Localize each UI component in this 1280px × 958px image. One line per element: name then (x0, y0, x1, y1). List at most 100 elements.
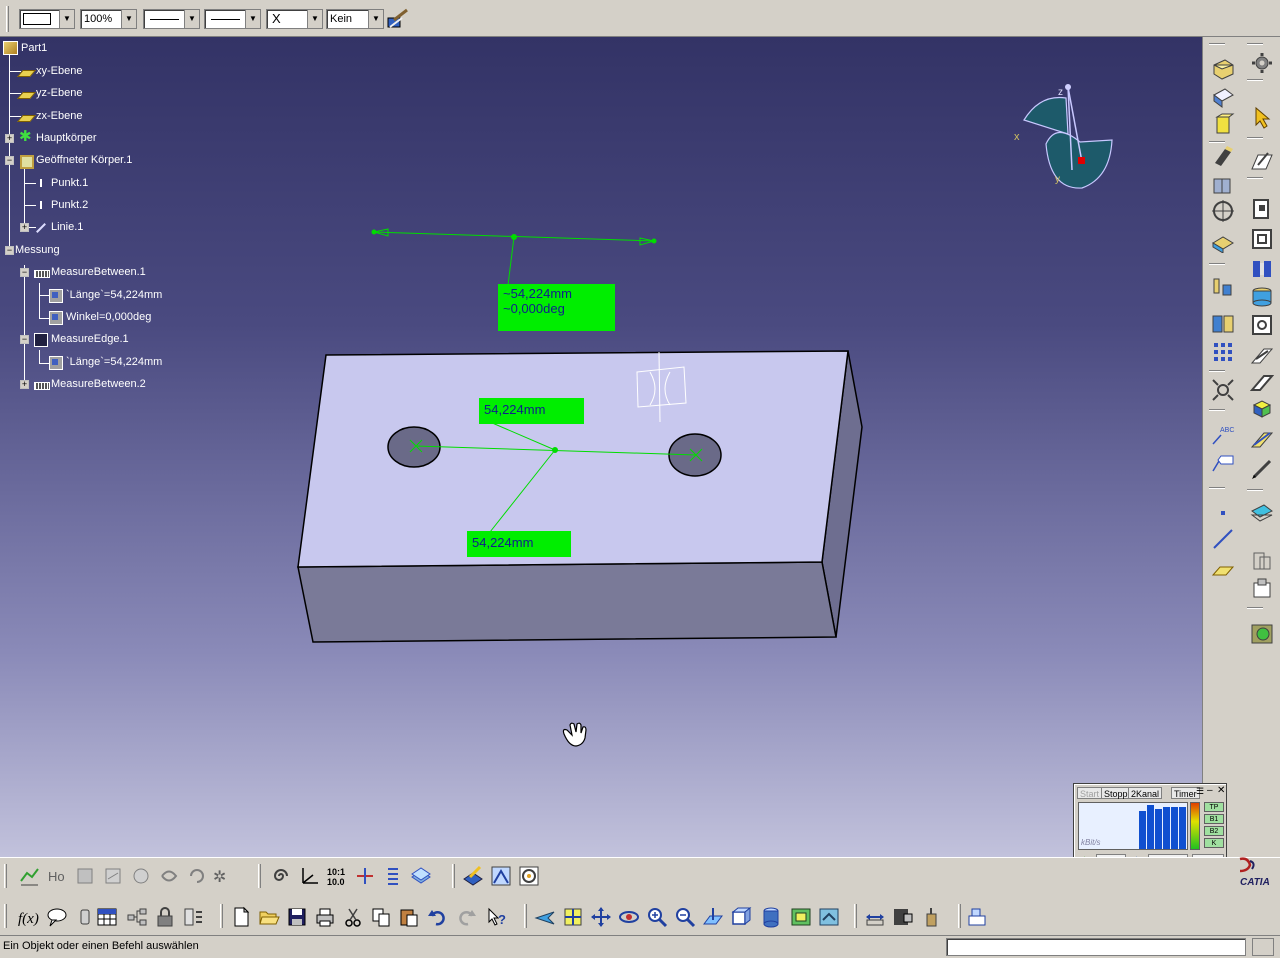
spiral-icon[interactable] (270, 865, 292, 887)
chevron-down-icon[interactable]: ▼ (307, 10, 322, 28)
hide-show-icon[interactable] (790, 906, 812, 928)
line-thickness-combo[interactable]: ▼ (143, 9, 200, 29)
surface-icon[interactable] (1250, 501, 1274, 525)
measure-between-icon[interactable] (864, 906, 886, 928)
thickness-icon[interactable] (1250, 397, 1274, 421)
constraint-icon[interactable]: Ho (46, 865, 68, 887)
tree-expand-icon[interactable]: ✲ (212, 865, 234, 887)
flag-note-icon[interactable] (1211, 451, 1235, 475)
swap-space-icon[interactable] (818, 906, 840, 928)
lock-icon[interactable] (154, 906, 176, 928)
menu-icon[interactable]: ☰ (1196, 786, 1204, 797)
rotate-disabled-icon[interactable] (186, 865, 208, 887)
print-icon[interactable] (314, 906, 336, 928)
plane-tool-icon[interactable] (1211, 557, 1235, 581)
selection-sets-icon[interactable] (182, 906, 204, 928)
power-input-button[interactable] (1252, 938, 1274, 956)
update-icon[interactable] (18, 865, 40, 887)
chevron-down-icon[interactable]: ▼ (121, 10, 136, 28)
knowledge-inspector-icon[interactable] (74, 906, 96, 928)
shading-icon[interactable] (760, 906, 782, 928)
fillet-icon[interactable] (1211, 229, 1235, 253)
scaling-icon[interactable] (1211, 378, 1235, 402)
compass[interactable]: z x y (1010, 82, 1130, 202)
hole-icon[interactable] (1211, 199, 1235, 223)
painter-icon[interactable] (386, 8, 410, 30)
layers-icon[interactable] (410, 865, 432, 887)
pattern-icon[interactable] (1211, 340, 1235, 364)
sketch-positioned-icon[interactable] (1250, 197, 1274, 221)
swap-visible-icon[interactable] (354, 865, 376, 887)
annotation-text-icon[interactable]: ABC (1211, 422, 1235, 446)
measure-between-label[interactable]: ~54,224mm ~0,000deg (498, 284, 615, 331)
measure-item-icon[interactable] (892, 906, 914, 928)
point-tool-icon[interactable] (1211, 501, 1235, 525)
measure-inertia-icon[interactable] (920, 906, 942, 928)
material-icon[interactable] (462, 865, 484, 887)
close-icon[interactable]: ✕ (1217, 785, 1225, 796)
analysis-disabled-icon[interactable] (130, 865, 152, 887)
loft-icon[interactable] (1250, 370, 1274, 394)
line-tool-icon[interactable] (1211, 527, 1235, 551)
shaft-icon[interactable] (1211, 113, 1235, 137)
edge-length-label-bottom[interactable]: 54,224mm (467, 531, 571, 557)
drafting-icon[interactable] (102, 865, 124, 887)
select-arrow-icon[interactable] (1250, 105, 1274, 129)
design-table-icon[interactable] (96, 906, 118, 928)
stop-tab[interactable]: Stopp (1101, 787, 1131, 799)
edge-length-label-top[interactable]: 54,224mm (479, 398, 584, 424)
fly-mode-icon[interactable] (534, 906, 556, 928)
assemble-icon[interactable] (1250, 577, 1274, 601)
chevron-down-icon[interactable]: ▼ (59, 10, 74, 28)
pad-icon[interactable] (1211, 57, 1235, 81)
scale-ratio-icon[interactable]: 10:110.0 (326, 865, 348, 887)
chevron-down-icon[interactable]: ▼ (245, 10, 260, 28)
transparency-combo[interactable]: 100% ▼ (80, 9, 137, 29)
line-type-combo[interactable]: ▼ (204, 9, 261, 29)
pocket-icon[interactable] (1211, 85, 1235, 109)
new-file-icon[interactable] (230, 906, 252, 928)
pan-icon[interactable] (590, 906, 612, 928)
pen-icon[interactable] (1250, 457, 1274, 481)
point-symbol-combo[interactable]: X ▼ (266, 9, 323, 29)
chevron-down-icon[interactable]: ▼ (184, 10, 199, 28)
cut-icon[interactable] (342, 906, 364, 928)
profile-icon[interactable] (1250, 227, 1274, 251)
knowledge-icon[interactable] (158, 865, 180, 887)
fit-all-icon[interactable] (562, 906, 584, 928)
gear-icon[interactable] (1250, 51, 1274, 75)
zoom-out-icon[interactable] (674, 906, 696, 928)
start-tab[interactable]: Start (1077, 787, 1103, 799)
comment-icon[interactable] (46, 906, 68, 928)
undo-icon[interactable] (426, 906, 448, 928)
draft-icon[interactable] (1211, 275, 1235, 299)
apply-material-icon[interactable] (518, 865, 540, 887)
redo-icon[interactable] (456, 906, 478, 928)
zoom-in-icon[interactable] (646, 906, 668, 928)
open-folder-icon[interactable] (258, 906, 280, 928)
chevron-down-icon[interactable]: ▼ (368, 10, 383, 28)
layer-combo[interactable]: Kein ▼ (326, 9, 384, 29)
sweep-icon[interactable] (1250, 343, 1274, 367)
help-icon[interactable]: ? (486, 906, 508, 928)
3d-viewport[interactable]: Part1 xy-Ebene yz-Ebene zx-Ebene + Haupt… (0, 37, 1202, 857)
analysis-icon[interactable] (1250, 621, 1274, 645)
rotate-icon[interactable] (618, 906, 640, 928)
inner-body-icon[interactable] (1250, 313, 1274, 337)
render-icon[interactable] (490, 865, 512, 887)
cylinder-icon[interactable] (1250, 285, 1274, 309)
copy-icon[interactable] (370, 906, 392, 928)
rib-icon[interactable] (1211, 145, 1235, 169)
normal-view-icon[interactable] (702, 906, 724, 928)
stiffener-icon[interactable] (1211, 173, 1235, 197)
save-icon[interactable] (286, 906, 308, 928)
part-tree-icon[interactable] (126, 906, 148, 928)
shaft-profile-icon[interactable] (1250, 257, 1274, 281)
save-disabled-icon[interactable] (74, 865, 96, 887)
axis-icon[interactable] (298, 865, 320, 887)
shell-icon[interactable] (1211, 312, 1235, 336)
view-quick-icon[interactable] (730, 906, 752, 928)
minimize-icon[interactable]: – (1207, 785, 1213, 796)
fill-color-combo[interactable]: ▼ (19, 9, 75, 29)
toolbar-grip[interactable] (6, 6, 9, 32)
